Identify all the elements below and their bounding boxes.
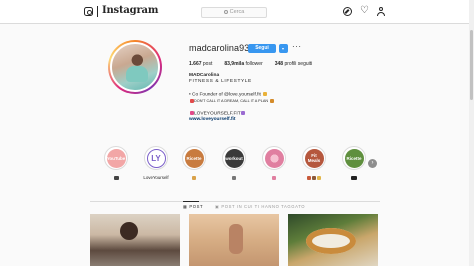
food-emoji-icon [307,175,311,180]
tv-icon [113,175,119,180]
food-thumbnail: Ricette [184,148,204,168]
food-emoji-icon [312,175,316,180]
dumbbell-icon [232,175,236,180]
heart-icon[interactable]: ♡ [360,6,369,16]
tab-tagged[interactable]: ▣ POST IN CUI TI HANNO TAGGATO [215,204,305,209]
suggestions-dropdown-button[interactable] [279,44,288,53]
bio-website-link[interactable]: www.loveyourself.fit [189,117,329,123]
profile-avatar-story-ring[interactable] [108,40,162,94]
emoji-icon [241,110,246,115]
instagram-logo-text[interactable]: Instagram [102,5,158,16]
donut-icon [272,175,276,180]
highlight-label: LoveYourself [143,175,169,180]
tabs-divider [90,201,380,202]
search-input[interactable]: Cerca [201,7,267,18]
recipe-thumbnail: Ricette [344,148,364,168]
highlight-pink[interactable] [260,146,288,181]
following-count[interactable]: 348 profili seguiti [275,61,313,67]
highlight-youtube[interactable]: YouTube [102,146,130,181]
food-emoji-icon [317,175,321,180]
highlight-ricette-2[interactable]: Ricette [340,146,368,181]
search-placeholder: Cerca [229,9,245,15]
scrollbar-thumb[interactable] [470,30,473,100]
youtube-icon: YouTube [106,148,126,168]
bio-line-cofounder: • Co Founder of @love.yourself.fit [189,91,329,99]
highlight-ricette-1[interactable]: Ricette [180,146,208,181]
pan-icon [351,175,357,180]
post-thumbnail[interactable] [90,214,180,266]
tab-posts[interactable]: ▦ POST [183,204,203,209]
search-icon [223,9,228,14]
top-navigation-bar: Instagram Cerca ♡ [0,0,474,24]
food-emoji-icon [192,175,196,180]
bio-line-dream: DON'T CALL IT A DREAM, CALL IT A PLAN [189,98,329,105]
emoji-icon [262,91,267,96]
more-options-button[interactable]: ··· [292,42,302,51]
emoji-icon [189,110,194,115]
follow-button[interactable]: Segui [248,44,276,53]
logo-divider [97,6,98,17]
followers-count[interactable]: 83,9mila follower [224,61,262,67]
highlight-loveyourself[interactable]: LY LoveYourself [142,146,170,181]
profile-bio: MADCarolina FITNESS & LIFESTYLE • Co Fou… [189,73,329,124]
posts-count: 1.667 post [189,61,213,67]
loveyourself-logo-icon: LY [146,148,166,168]
compass-icon[interactable] [343,7,352,16]
workout-thumbnail: workout [224,148,244,168]
meals-thumbnail: Fit Meals [304,148,324,168]
chevron-right-icon[interactable]: › [368,159,377,168]
post-thumbnail[interactable] [288,214,378,266]
profile-username: madcarolina93 [189,43,250,53]
highlight-fit-meals[interactable]: Fit Meals [300,146,328,181]
emoji-icon [269,98,274,103]
user-icon[interactable] [376,7,385,16]
instagram-icon[interactable] [84,7,93,16]
avatar[interactable] [110,42,160,92]
dessert-thumbnail [264,148,284,168]
emoji-icon [189,98,194,103]
profile-stats: 1.667 post 83,9mila follower 348 profili… [189,61,312,67]
vertical-scrollbar[interactable] [469,0,474,266]
active-tab-indicator [183,201,199,202]
highlight-workout[interactable]: workout [220,146,248,181]
story-highlights: YouTube LY LoveYourself Ricette workout … [96,146,386,186]
post-thumbnail[interactable] [189,214,279,266]
